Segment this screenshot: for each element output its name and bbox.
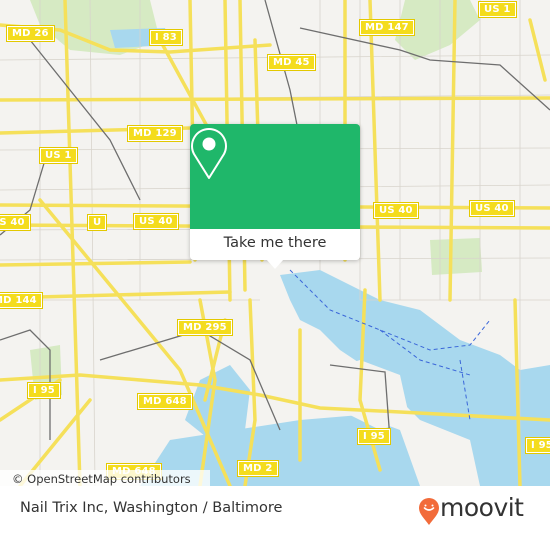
popup-header — [190, 124, 360, 229]
moovit-wordmark: moovit — [440, 493, 524, 522]
road-shield-us-40-mid-right: US 40 — [373, 202, 419, 219]
popup-pointer — [266, 259, 284, 269]
road-shield-i-95-right: I 95 — [525, 437, 550, 454]
road-shield-md-295: MD 295 — [177, 319, 233, 336]
location-pin-icon — [191, 128, 227, 179]
road-shield-md-147: MD 147 — [359, 19, 415, 36]
moovit-pin-icon — [419, 498, 439, 525]
road-shield-md-26: MD 26 — [6, 25, 55, 42]
road-shield-us-40-partial: U — [86, 214, 108, 231]
road-shield-us-1-left: US 1 — [39, 147, 78, 164]
destination-popup: Take me there — [190, 124, 360, 269]
take-me-there-button[interactable]: Take me there — [190, 229, 360, 260]
road-shield-md-2: MD 2 — [237, 460, 279, 477]
road-shield-i-83: I 83 — [149, 29, 183, 46]
map-attribution[interactable]: © OpenStreetMap contributors — [0, 470, 210, 486]
road-shield-us-1-top: US 1 — [478, 1, 517, 18]
road-shield-md-144: MD 144 — [0, 292, 43, 309]
road-shield-us-40-far-left: US 40 — [0, 214, 31, 231]
road-shield-i-95-left: I 95 — [27, 382, 61, 399]
road-shield-us-40-right: US 40 — [469, 200, 515, 217]
moovit-logo[interactable]: moovit — [418, 493, 538, 526]
road-shield-md-45: MD 45 — [267, 54, 316, 71]
place-title: Nail Trix Inc, Washington / Baltimore — [20, 500, 283, 516]
road-shield-md-648-mid: MD 648 — [137, 393, 193, 410]
footer: Nail Trix Inc, Washington / Baltimore mo… — [0, 486, 550, 550]
road-shield-md-129: MD 129 — [127, 125, 183, 142]
road-shield-us-40-mid-left: US 40 — [133, 213, 179, 230]
road-shield-i-95-center: I 95 — [357, 428, 391, 445]
map-view[interactable]: MD 26 I 83 MD 147 US 1 MD 45 US 1 MD 129… — [0, 0, 550, 486]
